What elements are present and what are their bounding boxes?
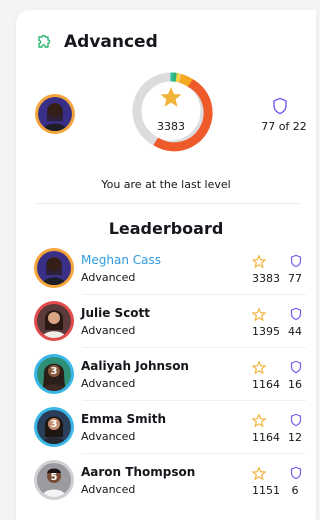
user-points: 1164 (252, 378, 280, 391)
leaderboard-row[interactable]: 5 Aaron Thompson Advanced 1151 6 (16, 454, 316, 507)
rank-number: 3 (50, 419, 58, 430)
user-level: Advanced (81, 377, 136, 390)
leaderboard-row[interactable]: 3 Aaliyah Johnson Advanced 1164 16 (16, 348, 316, 401)
star-icon (251, 253, 267, 272)
progress-card: Advanced 3383 77 of 22 You are at the la… (16, 10, 316, 520)
star-icon (251, 359, 267, 378)
progress-ring: 3383 (128, 68, 214, 154)
user-level: Advanced (81, 430, 136, 443)
user-name[interactable]: Meghan Cass (81, 253, 161, 267)
user-points: 1151 (252, 484, 280, 497)
avatar: 5 (34, 460, 74, 500)
shield-icon (290, 359, 302, 378)
user-level: Advanced (81, 324, 136, 337)
shield-icon (290, 306, 302, 325)
user-place: 44 (288, 325, 302, 338)
user-place: 6 (291, 484, 299, 497)
user-level: Advanced (81, 271, 136, 284)
shield-icon (290, 253, 302, 272)
leaderboard-row[interactable]: Meghan Cass Advanced 3383 77 (16, 242, 316, 295)
avatar: 3 (34, 407, 74, 447)
user-name[interactable]: Julie Scott (81, 306, 150, 320)
level-status: You are at the last level (101, 178, 231, 191)
divider (36, 203, 300, 204)
shield-icon (290, 465, 302, 484)
user-name[interactable]: Aaron Thompson (81, 465, 195, 479)
user-place: 77 (288, 272, 302, 285)
star-icon (251, 412, 267, 431)
leaderboard-row[interactable]: Julie Scott Advanced 1395 44 (16, 295, 316, 348)
star-icon (159, 86, 183, 112)
user-level: Advanced (81, 483, 136, 496)
star-icon (251, 465, 267, 484)
avatar[interactable] (35, 94, 75, 134)
leaderboard-row[interactable]: 3 Emma Smith Advanced 1164 12 (16, 401, 316, 454)
rank-position: 77 of 22 (261, 120, 307, 133)
points-total: 3383 (157, 120, 185, 133)
leaderboard-title: Leaderboard (108, 219, 224, 238)
avatar (34, 248, 74, 288)
card-title: Advanced (64, 32, 158, 52)
star-icon (251, 306, 267, 325)
avatar (34, 301, 74, 341)
user-name[interactable]: Emma Smith (81, 412, 166, 426)
card-header: Advanced (36, 32, 158, 52)
user-place: 16 (288, 378, 302, 391)
user-points: 3383 (252, 272, 280, 285)
shield-icon (290, 412, 302, 431)
puzzle-icon (36, 34, 52, 50)
user-place: 12 (288, 431, 302, 444)
user-points: 1395 (252, 325, 280, 338)
user-name[interactable]: Aaliyah Johnson (81, 359, 189, 373)
rank-number: 3 (50, 366, 58, 377)
avatar: 3 (34, 354, 74, 394)
rank-number: 5 (50, 472, 58, 483)
user-points: 1164 (252, 431, 280, 444)
shield-icon (272, 97, 288, 119)
